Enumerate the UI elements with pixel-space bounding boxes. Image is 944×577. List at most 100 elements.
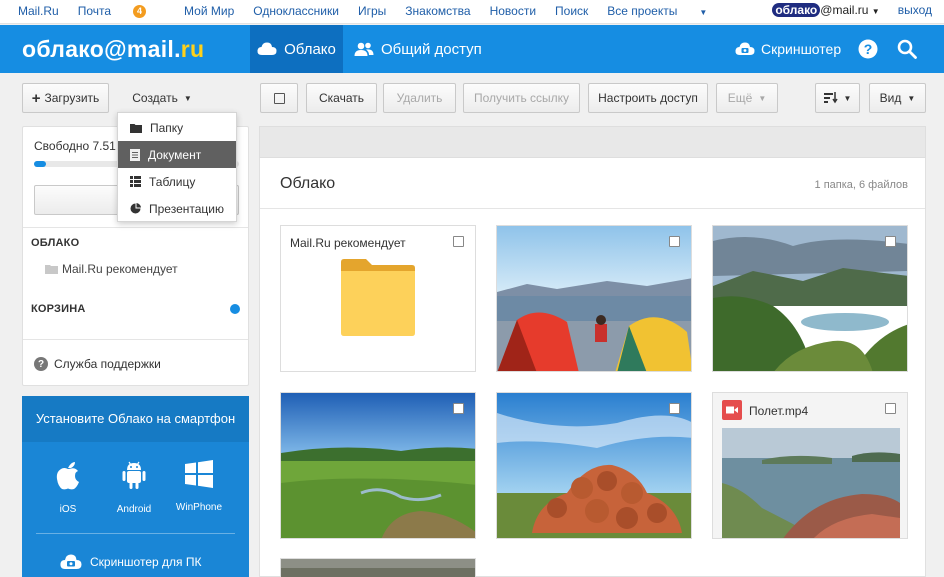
menu-item-document[interactable]: Документ xyxy=(118,141,236,168)
all-projects-label: Все проекты xyxy=(607,4,678,18)
app-header: облако@mail.ru Облако Общий доступ Скрин… xyxy=(0,25,944,73)
divider xyxy=(36,533,235,534)
mail-unread-badge: 4 xyxy=(133,5,147,18)
plus-icon: + xyxy=(31,89,41,107)
folder-name: Mail.Ru рекомендует xyxy=(290,236,406,250)
menu-item-presentation-label: Презентацию xyxy=(149,201,224,216)
android-label: Android xyxy=(116,504,152,515)
logo[interactable]: облако@mail.ru xyxy=(22,36,204,63)
user-email[interactable]: облако @mail.ru ▼ xyxy=(772,3,880,17)
image-tile-partial[interactable] xyxy=(280,558,476,577)
portal-link-mymir[interactable]: Мой Мир xyxy=(184,4,234,18)
menu-item-document-label: Документ xyxy=(148,147,202,162)
select-all-checkbox[interactable] xyxy=(260,83,298,113)
support-link[interactable]: ? Служба поддержки xyxy=(34,357,161,371)
portal-link-mailru[interactable]: Mail.Ru xyxy=(18,4,59,18)
file-count: 1 папка, 6 файлов xyxy=(814,179,908,191)
get-link-button[interactable]: Получить ссылку xyxy=(463,83,580,113)
folder-tile[interactable]: Mail.Ru рекомендует xyxy=(280,225,476,372)
trash-indicator-dot xyxy=(230,304,240,314)
breadcrumb-bar xyxy=(259,126,926,158)
menu-item-folder[interactable]: Папку xyxy=(118,114,236,141)
document-icon xyxy=(130,148,140,161)
portal-link-news[interactable]: Новости xyxy=(490,4,536,18)
get-link-label: Получить ссылку xyxy=(473,91,570,105)
chevron-down-icon: ▼ xyxy=(699,8,708,17)
image-tile-mountains[interactable] xyxy=(712,225,908,372)
video-name: Полет.mp4 xyxy=(749,404,809,418)
sidebar-heading-trash[interactable]: КОРЗИНА xyxy=(31,303,86,315)
pie-chart-icon xyxy=(130,203,141,214)
divider xyxy=(260,208,925,209)
create-dropdown-menu: Папку Документ Таблицу Презентацию xyxy=(117,112,237,222)
delete-button[interactable]: Удалить xyxy=(383,83,456,113)
tab-shared[interactable]: Общий доступ xyxy=(354,25,482,73)
portal-link-mail[interactable]: Почта 4 xyxy=(78,4,165,18)
portal-user: облако @mail.ru ▼ выход xyxy=(772,3,932,17)
image-tile-tents[interactable] xyxy=(496,225,692,372)
divider xyxy=(23,339,248,340)
create-button[interactable]: Создать ▼ xyxy=(118,83,206,113)
file-area: Облако 1 папка, 6 файлов Mail.Ru рекомен… xyxy=(259,158,926,577)
portal-link-ok[interactable]: Одноклассники xyxy=(253,4,339,18)
help-icon: ? xyxy=(858,39,878,59)
download-label: Скачать xyxy=(319,91,364,105)
photo-valley-image xyxy=(281,393,475,538)
logo-main: облако@mail. xyxy=(22,36,181,62)
menu-item-presentation[interactable]: Презентацию xyxy=(118,195,236,222)
portal-link-all-projects[interactable]: Все проекты ▼ xyxy=(607,4,726,18)
view-button[interactable]: Вид ▼ xyxy=(869,83,926,113)
chevron-down-icon: ▼ xyxy=(758,93,767,103)
more-button[interactable]: Ещё ▼ xyxy=(716,83,778,113)
image-tile-haystack[interactable] xyxy=(496,392,692,539)
item-checkbox[interactable] xyxy=(885,236,896,247)
screenshoter-link[interactable]: Скриншотер xyxy=(735,25,841,73)
android-icon xyxy=(122,461,146,489)
winphone-app-link[interactable]: WinPhone xyxy=(169,460,229,513)
view-label: Вид xyxy=(879,91,902,105)
more-label: Ещё xyxy=(727,91,753,105)
tab-cloud-label: Облако xyxy=(284,40,336,58)
screenshoter-label: Скриншотер xyxy=(761,41,842,57)
photo-partial-image xyxy=(281,559,475,577)
screenshoter-icon xyxy=(735,42,755,55)
image-tile-valley[interactable] xyxy=(280,392,476,539)
item-checkbox[interactable] xyxy=(669,403,680,414)
portal-link-dating[interactable]: Знакомства xyxy=(405,4,470,18)
setup-access-button[interactable]: Настроить доступ xyxy=(588,83,708,113)
portal-links: Mail.Ru Почта 4 Мой Мир Одноклассники Игр… xyxy=(18,4,745,18)
photo-haystack-image xyxy=(497,393,691,538)
winphone-label: WinPhone xyxy=(175,502,223,513)
portal-link-mail-label: Почта xyxy=(77,4,112,18)
item-checkbox[interactable] xyxy=(885,403,896,414)
sort-button[interactable]: ▼ xyxy=(815,83,860,113)
pc-screenshoter-label: Скриншотер для ПК xyxy=(90,554,202,569)
tab-cloud[interactable]: Облако xyxy=(250,25,343,73)
photo-mountains-image xyxy=(713,226,907,371)
sidebar-item-folder[interactable]: Mail.Ru рекомендует xyxy=(45,262,178,276)
download-button[interactable]: Скачать xyxy=(306,83,377,113)
pc-screenshoter-link[interactable]: Скриншотер для ПК xyxy=(60,553,201,570)
ios-app-link[interactable]: iOS xyxy=(38,460,98,515)
help-button[interactable]: ? xyxy=(858,25,878,73)
video-preview-image xyxy=(722,428,900,538)
android-app-link[interactable]: Android xyxy=(104,460,164,515)
logout-link[interactable]: выход xyxy=(898,3,932,17)
help-icon: ? xyxy=(34,357,48,371)
portal-bar: Mail.Ru Почта 4 Мой Мир Одноклассники Игр… xyxy=(0,0,944,24)
portal-link-games[interactable]: Игры xyxy=(358,4,386,18)
portal-link-search[interactable]: Поиск xyxy=(555,4,588,18)
item-checkbox[interactable] xyxy=(453,236,464,247)
sidebar-heading-cloud[interactable]: ОБЛАКО xyxy=(31,237,79,249)
storage-usage-fill xyxy=(34,161,47,167)
item-checkbox[interactable] xyxy=(669,236,680,247)
video-file-icon xyxy=(722,400,742,420)
users-icon xyxy=(354,42,374,56)
item-checkbox[interactable] xyxy=(453,403,464,414)
menu-item-table[interactable]: Таблицу xyxy=(118,168,236,195)
upload-button[interactable]: + Загрузить xyxy=(22,83,109,113)
apple-icon xyxy=(56,462,79,490)
search-button[interactable] xyxy=(897,25,917,73)
user-name: облако xyxy=(772,3,821,17)
video-tile[interactable]: Полет.mp4 xyxy=(712,392,908,539)
